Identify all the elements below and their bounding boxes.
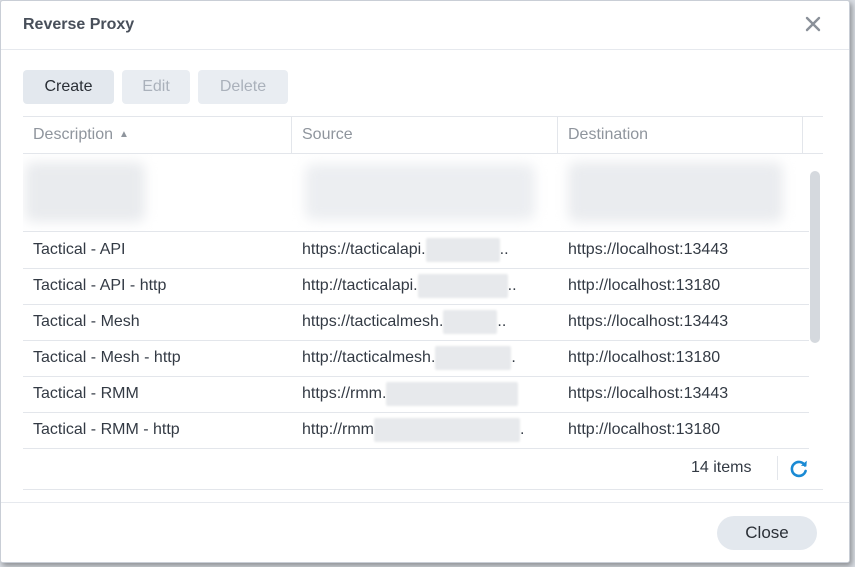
cell-description: Tactical - API bbox=[33, 241, 126, 258]
dialog-footer: Close bbox=[1, 502, 849, 562]
ellipsis: . bbox=[520, 421, 525, 438]
source-text: http://tacticalmesh. bbox=[302, 349, 436, 366]
ellipsis: .. bbox=[507, 277, 517, 294]
refresh-icon[interactable] bbox=[787, 456, 811, 480]
source-text: https://tacticalmesh. bbox=[302, 313, 444, 330]
dialog-titlebar: Reverse Proxy bbox=[1, 1, 849, 50]
ellipsis: .. bbox=[499, 241, 509, 258]
column-header-label: Source bbox=[302, 126, 353, 143]
edit-button[interactable]: Edit bbox=[122, 70, 190, 104]
ellipsis: . bbox=[511, 349, 516, 366]
close-button[interactable]: Close bbox=[717, 516, 817, 550]
table-row[interactable]: Tactical - RMM - http http://rmm. http:/… bbox=[23, 412, 809, 449]
cell-destination: http://localhost:13180 bbox=[568, 349, 721, 366]
create-button[interactable]: Create bbox=[23, 70, 114, 104]
redacted-domain bbox=[435, 345, 512, 370]
redacted-domain bbox=[417, 273, 508, 298]
cell-source: http://rmm. bbox=[302, 412, 547, 448]
table-row[interactable]: Tactical - Mesh https://tacticalmesh... … bbox=[23, 304, 809, 341]
table-row[interactable]: Tactical - RMM https://rmm. https://loca… bbox=[23, 376, 809, 413]
source-text: https://tacticalapi. bbox=[302, 241, 426, 258]
cell-description: Tactical - RMM bbox=[33, 385, 139, 402]
cell-destination: http://localhost:13180 bbox=[568, 277, 721, 294]
cell-source: https://tacticalmesh... bbox=[302, 304, 547, 340]
redacted-domain bbox=[386, 381, 519, 406]
close-icon[interactable] bbox=[802, 13, 824, 35]
source-text: http://tacticalapi. bbox=[302, 277, 418, 294]
table-row[interactable]: Tactical - Mesh - http http://tacticalme… bbox=[23, 340, 809, 377]
column-header-source[interactable]: Source bbox=[292, 117, 558, 153]
proxy-table: Description ▲ Source Destination Tactical… bbox=[23, 116, 823, 490]
cell-source: http://tacticalapi... bbox=[302, 268, 547, 304]
table-row[interactable]: Tactical - API https://tacticalapi... ht… bbox=[23, 232, 809, 269]
dialog-title: Reverse Proxy bbox=[23, 16, 135, 33]
redacted-blur bbox=[568, 162, 783, 222]
cell-description: Tactical - API - http bbox=[33, 277, 167, 294]
table-header: Description ▲ Source Destination bbox=[23, 117, 823, 154]
table-scrollbar[interactable] bbox=[810, 171, 820, 343]
sort-ascending-icon: ▲ bbox=[119, 129, 129, 140]
item-count: 14 items bbox=[691, 459, 752, 476]
column-header-label: Description bbox=[33, 126, 114, 143]
cell-source: https://tacticalapi... bbox=[302, 232, 547, 268]
divider bbox=[777, 456, 778, 480]
column-header-destination[interactable]: Destination bbox=[558, 117, 803, 153]
source-text: http://rmm bbox=[302, 421, 375, 438]
column-header-label: Destination bbox=[568, 126, 649, 143]
ellipsis: .. bbox=[497, 313, 507, 330]
cell-destination: http://localhost:13180 bbox=[568, 421, 721, 438]
redacted-blur bbox=[305, 164, 535, 220]
cell-destination: https://localhost:13443 bbox=[568, 241, 729, 258]
cell-source: http://tacticalmesh.. bbox=[302, 340, 547, 376]
cell-description: Tactical - Mesh bbox=[33, 313, 140, 330]
column-header-description[interactable]: Description ▲ bbox=[23, 117, 292, 153]
cell-description: Tactical - Mesh - http bbox=[33, 349, 181, 366]
reverse-proxy-dialog: Reverse Proxy Create Edit Delete Descrip… bbox=[0, 0, 850, 563]
cell-destination: https://localhost:13443 bbox=[568, 385, 729, 402]
redacted-blur bbox=[25, 162, 145, 222]
redacted-domain bbox=[374, 417, 521, 442]
cell-source: https://rmm. bbox=[302, 376, 547, 412]
redacted-domain bbox=[443, 309, 498, 334]
source-text: https://rmm. bbox=[302, 385, 387, 402]
cell-destination: https://localhost:13443 bbox=[568, 313, 729, 330]
table-row-redacted[interactable] bbox=[23, 154, 809, 232]
delete-button[interactable]: Delete bbox=[198, 70, 288, 104]
cell-description: Tactical - RMM - http bbox=[33, 421, 180, 438]
table-row[interactable]: Tactical - API - http http://tacticalapi… bbox=[23, 268, 809, 305]
redacted-domain bbox=[425, 237, 500, 262]
